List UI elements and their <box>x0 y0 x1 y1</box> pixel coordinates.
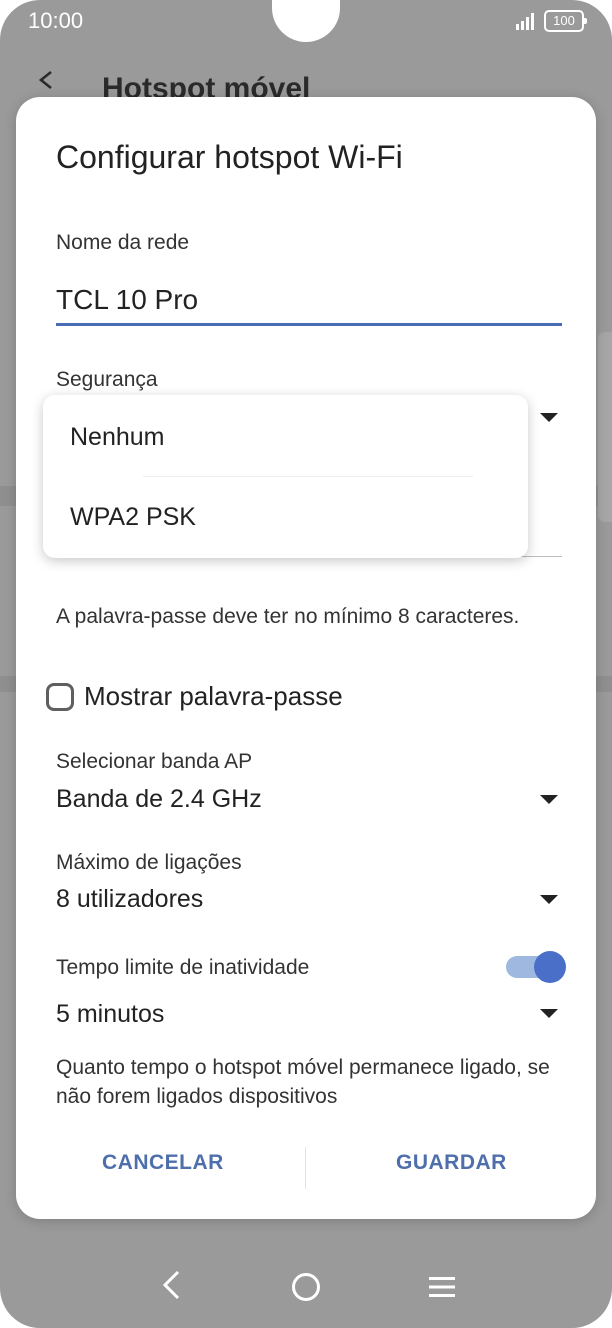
security-dropdown-menu: Nenhum WPA2 PSK <box>43 395 528 558</box>
save-button[interactable]: GUARDAR <box>396 1151 507 1175</box>
network-name-input[interactable] <box>56 277 562 326</box>
security-option-label: WPA2 PSK <box>70 503 196 531</box>
security-label: Segurança <box>56 368 158 391</box>
show-password-checkbox[interactable] <box>46 683 74 711</box>
nav-recents-icon[interactable] <box>428 1275 456 1299</box>
timeout-dropdown-arrow-icon[interactable] <box>540 1009 558 1018</box>
timeout-label: Tempo limite de inatividade <box>56 956 310 979</box>
cancel-button[interactable]: CANCELAR <box>102 1151 224 1175</box>
password-hint: A palavra-passe deve ter no mínimo 8 car… <box>56 605 520 628</box>
back-arrow-icon <box>38 70 52 90</box>
max-connections-label: Máximo de ligações <box>56 851 242 874</box>
status-bar: 10:00 100 <box>0 0 612 44</box>
timeout-toggle[interactable] <box>506 951 568 983</box>
timeout-value[interactable]: 5 minutos <box>56 1000 164 1029</box>
timeout-description: Quanto tempo o hotspot móvel permanece l… <box>56 1056 550 1108</box>
nav-home-icon[interactable] <box>290 1271 322 1303</box>
nav-back-icon[interactable] <box>160 1269 182 1301</box>
max-connections-value[interactable]: 8 utilizadores <box>56 885 203 914</box>
status-time: 10:00 <box>28 8 84 33</box>
ap-band-value[interactable]: Banda de 2.4 GHz <box>56 785 262 814</box>
security-dropdown-arrow-icon[interactable] <box>540 413 558 422</box>
toggle-thumb <box>534 951 566 983</box>
security-option-wpa2-psk[interactable]: WPA2 PSK <box>43 477 528 557</box>
hotspot-config-dialog: Configurar hotspot Wi-Fi Nome da rede Se… <box>16 97 596 1219</box>
network-name-label: Nome da rede <box>56 231 190 254</box>
battery-icon: 100 <box>544 10 587 32</box>
show-password-label: Mostrar palavra-passe <box>84 681 343 711</box>
dialog-title: Configurar hotspot Wi-Fi <box>56 139 403 175</box>
camera-notch <box>272 0 340 42</box>
button-divider <box>305 1147 306 1189</box>
show-password-checkbox-row[interactable]: Mostrar palavra-passe <box>46 681 466 717</box>
background-scrollbar <box>598 332 612 522</box>
max-connections-dropdown-arrow-icon[interactable] <box>540 895 558 904</box>
signal-icon <box>516 13 534 30</box>
security-option-label: Nenhum <box>70 423 165 451</box>
navigation-bar <box>0 1245 612 1328</box>
phone-screen: Hotspot móvel 10:00 100 Configurar hotsp… <box>0 0 612 1328</box>
ap-band-dropdown-arrow-icon[interactable] <box>540 795 558 804</box>
ap-band-label: Selecionar banda AP <box>56 750 253 773</box>
security-option-none[interactable]: Nenhum <box>43 397 528 477</box>
